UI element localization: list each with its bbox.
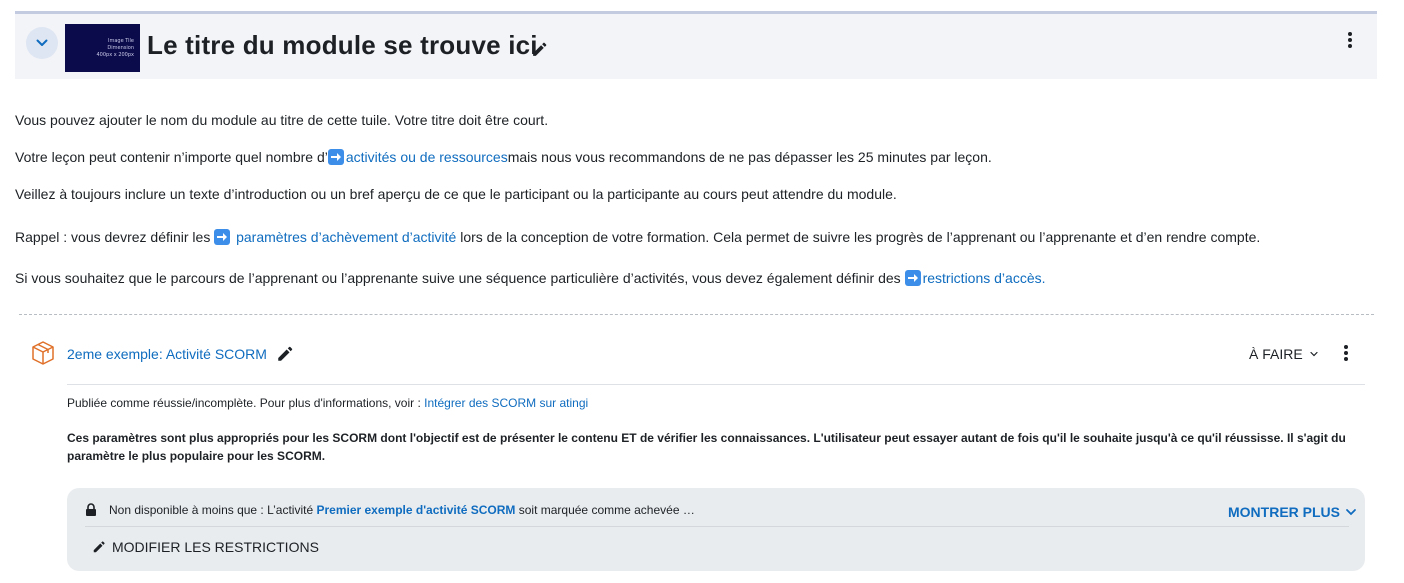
collapse-section-button[interactable]	[26, 27, 58, 59]
activity-description: Ces paramètres sont plus appropriés pour…	[67, 431, 1346, 463]
section-header: Image Tile Dimension 400px x 200px Le ti…	[15, 11, 1377, 79]
completion-settings-link[interactable]: paramètres d’achèvement d’activité	[236, 229, 456, 245]
access-restrictions-link[interactable]: restrictions d’accès.	[923, 270, 1046, 286]
section-thumbnail: Image Tile Dimension 400px x 200px	[65, 24, 140, 72]
activity-name-link[interactable]: 2eme exemple: Activité SCORM	[67, 346, 267, 362]
edit-restrictions-button[interactable]: MODIFIER LES RESTRICTIONS	[92, 539, 319, 555]
summary-paragraph: Veillez à toujours inclure un texte d’in…	[15, 186, 897, 202]
summary-paragraph: Si vous souhaitez que le parcours de l’a…	[15, 270, 1046, 286]
edit-restrictions-label: MODIFIER LES RESTRICTIONS	[112, 539, 319, 555]
chevron-down-icon	[1346, 509, 1356, 516]
chevron-down-icon	[36, 39, 48, 46]
chevron-down-icon	[1310, 351, 1318, 357]
restriction-separator	[85, 526, 1349, 527]
pencil-icon[interactable]	[531, 41, 548, 58]
pencil-icon	[93, 541, 105, 553]
kebab-menu-icon[interactable]	[1344, 30, 1356, 50]
activity-info: Publiée comme réussie/incomplète. Pour p…	[67, 396, 589, 410]
summary-paragraph: Rappel : vous devrez définir les paramèt…	[15, 229, 1261, 245]
summary-paragraph: Votre leçon peut contenir n’importe quel…	[15, 149, 992, 165]
package-icon	[32, 341, 54, 365]
summary-paragraph: Vous pouvez ajouter le nom du module au …	[15, 112, 549, 128]
scorm-help-link[interactable]: Intégrer des SCORM sur atingi	[424, 396, 588, 410]
kebab-menu-icon[interactable]	[1340, 343, 1352, 363]
prerequisite-activity-link[interactable]: Premier exemple d'activité SCORM	[316, 503, 515, 517]
completion-status-dropdown[interactable]: À FAIRE	[1249, 346, 1319, 362]
activity-separator	[67, 384, 1365, 385]
arrow-right-emoji-icon	[214, 229, 231, 245]
arrow-right-emoji-icon	[327, 149, 344, 165]
restriction-text: Non disponible à moins que : L’activité …	[109, 503, 695, 517]
show-more-label: MONTRER PLUS	[1228, 504, 1340, 520]
arrow-right-emoji-icon	[904, 270, 921, 286]
pencil-icon[interactable]	[276, 345, 294, 363]
section-title: Le titre du module se trouve ici	[147, 30, 538, 60]
completion-status-label: À FAIRE	[1249, 346, 1303, 362]
lock-icon	[86, 503, 96, 516]
section-divider	[19, 314, 1374, 315]
restriction-box: Non disponible à moins que : L’activité …	[67, 488, 1365, 571]
activities-resources-link[interactable]: activités ou de ressources	[346, 149, 508, 165]
show-more-button[interactable]: MONTRER PLUS	[1228, 504, 1357, 520]
